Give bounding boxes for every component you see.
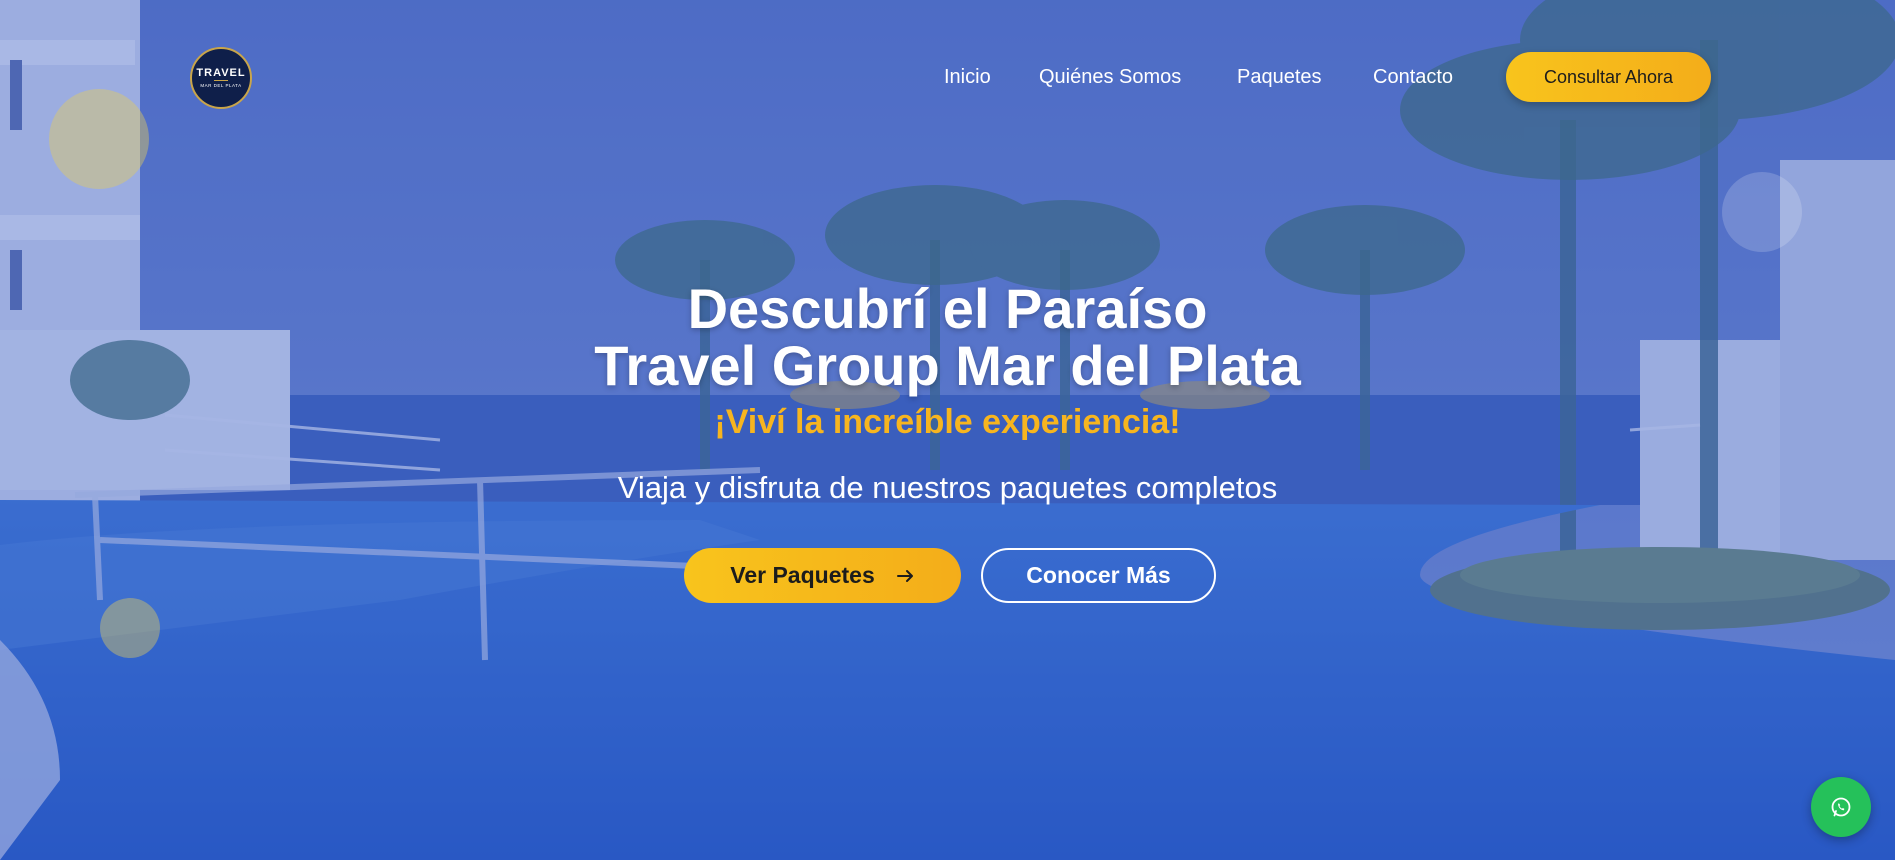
decorative-bubble <box>49 89 149 189</box>
ver-paquetes-button[interactable]: Ver Paquetes <box>684 548 961 603</box>
logo-divider <box>214 80 228 81</box>
whatsapp-icon <box>1831 797 1851 817</box>
hero-tagline: ¡Viví la increíble experiencia! <box>714 403 1181 441</box>
brand-logo[interactable]: TRAVEL MAR DEL PLATA <box>190 47 252 109</box>
nav-item-quienes-somos[interactable]: Quiénes Somos <box>1039 62 1181 92</box>
conocer-mas-button[interactable]: Conocer Más <box>981 548 1216 603</box>
hero-title-line1: Descubrí el Paraíso <box>687 277 1208 340</box>
hero-title-line2: Travel Group Mar del Plata <box>594 334 1301 397</box>
decorative-bubble <box>1722 172 1802 252</box>
ver-paquetes-label: Ver Paquetes <box>730 562 875 588</box>
logo-text: TRAVEL <box>196 67 246 79</box>
hero-section: TRAVEL MAR DEL PLATA Inicio Quiénes Somo… <box>0 0 1895 860</box>
nav-item-paquetes[interactable]: Paquetes <box>1237 62 1322 92</box>
decorative-bubble <box>100 598 160 658</box>
logo-subtext: MAR DEL PLATA <box>200 83 242 88</box>
nav-item-inicio[interactable]: Inicio <box>944 62 991 92</box>
arrow-right-icon <box>896 569 913 582</box>
nav-item-contacto[interactable]: Contacto <box>1373 62 1453 92</box>
consultar-ahora-button[interactable]: Consultar Ahora <box>1506 52 1711 102</box>
whatsapp-button[interactable] <box>1811 777 1871 837</box>
hero-subtitle: Viaja y disfruta de nuestros paquetes co… <box>617 470 1278 505</box>
